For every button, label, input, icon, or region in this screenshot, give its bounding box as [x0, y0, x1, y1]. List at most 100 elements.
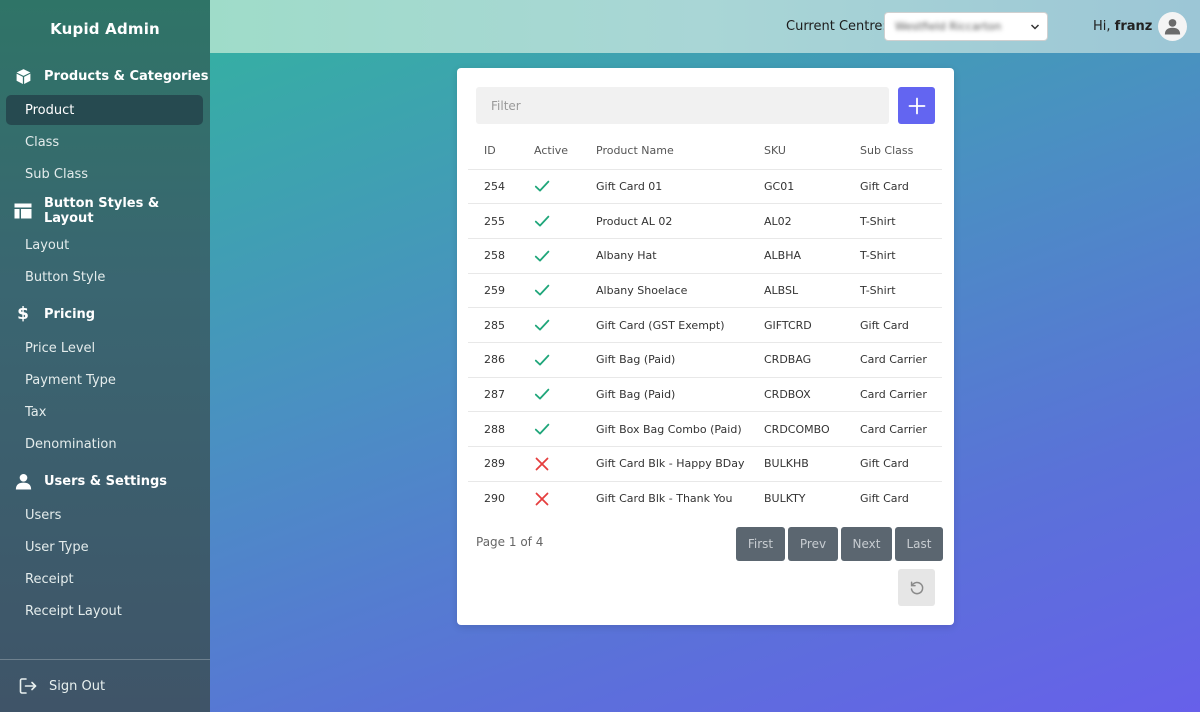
last-page-button[interactable]: Last	[895, 527, 943, 561]
checkmark-icon	[534, 285, 550, 296]
sidebar-item-receipt[interactable]: Receipt	[6, 564, 203, 594]
section-pricing: $ Pricing	[0, 296, 210, 332]
table-row[interactable]: 287 Gift Bag (Paid) CRDBOX Card Carrier	[468, 376, 942, 412]
filter-input[interactable]	[476, 87, 889, 124]
cell-sku: ALBSL	[748, 272, 844, 308]
cell-sub-class: Gift Card	[844, 446, 942, 482]
products-table: ID Active Product Name SKU Sub Class 254…	[468, 133, 942, 516]
cell-sub-class: Gift Card	[844, 307, 942, 343]
cell-active	[518, 307, 580, 343]
checkmark-icon	[534, 181, 550, 192]
user-icon	[14, 472, 32, 490]
table-row[interactable]: 285 Gift Card (GST Exempt) GIFTCRD Gift Car…	[468, 307, 942, 343]
column-header-active[interactable]: Active	[518, 133, 580, 169]
cell-sub-class: Gift Card	[844, 168, 942, 204]
sidebar-item-class[interactable]: Class	[6, 127, 203, 157]
top-bar: Current Centre: Westfield Riccarton Hi, …	[210, 0, 1200, 53]
refresh-button[interactable]	[898, 569, 935, 606]
cell-product-name: Product AL 02	[580, 203, 748, 239]
cell-active	[518, 203, 580, 239]
avatar[interactable]	[1158, 12, 1187, 41]
column-header-sub-class[interactable]: Sub Class	[844, 133, 942, 169]
sign-out-button[interactable]: Sign Out	[0, 659, 210, 712]
cell-product-name: Albany Hat	[580, 237, 748, 274]
cell-active	[518, 480, 580, 516]
cell-id: 259	[468, 272, 518, 308]
chevron-down-icon	[1030, 24, 1040, 30]
prev-page-button[interactable]: Prev	[788, 527, 838, 561]
plus-icon	[908, 97, 925, 114]
section-title: Button Styles & Layout	[44, 196, 160, 226]
cell-product-name: Gift Card (GST Exempt)	[580, 307, 748, 343]
column-header-id[interactable]: ID	[468, 133, 518, 169]
cell-product-name: Gift Card Blk - Happy BDay	[580, 446, 748, 482]
cell-sku: BULKTY	[748, 480, 844, 516]
sidebar-item-user-type[interactable]: User Type	[6, 532, 203, 562]
checkmark-icon	[534, 319, 550, 331]
greeting-prefix: Hi,	[1093, 19, 1111, 34]
cell-sku: GIFTCRD	[748, 307, 844, 343]
add-product-button[interactable]	[898, 87, 935, 124]
column-header-sku[interactable]: SKU	[748, 133, 844, 169]
table-row[interactable]: 290 Gift Card Blk - Thank You BULKTY Gift C…	[468, 480, 942, 516]
cell-id: 289	[468, 446, 518, 482]
section-button-styles-layout: Button Styles & Layout	[0, 193, 210, 229]
table-row[interactable]: 255 Product AL 02 AL02 T-Shirt	[468, 203, 942, 239]
checkmark-icon	[534, 389, 550, 400]
box-icon	[14, 67, 32, 85]
refresh-icon	[910, 580, 923, 594]
checkmark-icon	[534, 354, 550, 366]
cell-sub-class: T-Shirt	[844, 272, 942, 308]
checkmark-icon	[534, 423, 550, 435]
table-row[interactable]: 286 Gift Bag (Paid) CRDBAG Card Carrier	[468, 341, 942, 378]
checkmark-icon	[534, 215, 550, 227]
cell-sub-class: Card Carrier	[844, 376, 942, 412]
cross-icon	[535, 492, 549, 506]
sidebar-item-tax[interactable]: Tax	[6, 397, 203, 427]
sign-out-label: Sign Out	[49, 678, 106, 694]
first-page-button[interactable]: First	[736, 527, 785, 561]
table-row[interactable]: 259 Albany Shoelace ALBSL T-Shirt	[468, 272, 942, 308]
table-row[interactable]: 288 Gift Box Bag Combo (Paid) CRDCOMBO Card…	[468, 411, 942, 447]
sidebar-item-payment-type[interactable]: Payment Type	[6, 365, 203, 395]
page-info: Page 1 of 4	[476, 535, 544, 549]
sidebar-item-price-level[interactable]: Price Level	[6, 333, 203, 363]
sidebar-item-layout[interactable]: Layout	[6, 230, 203, 260]
cell-sku: AL02	[748, 203, 844, 239]
sidebar-item-denomination[interactable]: Denomination	[6, 429, 203, 459]
cell-product-name: Gift Box Bag Combo (Paid)	[580, 411, 748, 447]
table-row[interactable]: 258 Albany Hat ALBHA T-Shirt	[468, 237, 942, 274]
next-page-button[interactable]: Next	[841, 527, 892, 561]
user-greeting: Hi, franz	[1093, 0, 1152, 53]
cross-icon	[535, 457, 549, 471]
cell-product-name: Gift Bag (Paid)	[580, 376, 748, 412]
sidebar-item-sub-class[interactable]: Sub Class	[6, 159, 203, 189]
cell-product-name: Gift Bag (Paid)	[580, 341, 748, 378]
sidebar-item-button-style[interactable]: Button Style	[6, 262, 203, 292]
table-header-row: ID Active Product Name SKU Sub Class	[468, 133, 942, 169]
column-header-product-name[interactable]: Product Name	[580, 133, 748, 169]
username: franz	[1114, 19, 1153, 34]
cell-sku: ALBHA	[748, 237, 844, 274]
sidebar: Kupid Admin Products & Categories Produc…	[0, 0, 210, 712]
cell-sub-class: Card Carrier	[844, 411, 942, 447]
cell-sub-class: Gift Card	[844, 480, 942, 516]
cell-sku: CRDBOX	[748, 376, 844, 412]
cell-sub-class: T-Shirt	[844, 237, 942, 274]
section-title: Pricing	[44, 306, 96, 322]
sidebar-item-users[interactable]: Users	[6, 500, 203, 530]
table-row[interactable]: 289 Gift Card Blk - Happy BDay BULKHB Gift …	[468, 446, 942, 482]
cell-id: 290	[468, 480, 518, 516]
cell-sub-class: Card Carrier	[844, 341, 942, 378]
dollar-icon: $	[17, 304, 29, 324]
cell-id: 287	[468, 376, 518, 412]
cell-active	[518, 411, 580, 447]
table-row[interactable]: 254 Gift Card 01 GC01 Gift Card	[468, 168, 942, 204]
cell-sku: CRDBAG	[748, 341, 844, 378]
sidebar-item-receipt-layout[interactable]: Receipt Layout	[6, 596, 203, 626]
sidebar-item-product[interactable]: Product	[6, 95, 203, 125]
cell-active	[518, 168, 580, 204]
cell-sku: CRDCOMBO	[748, 411, 844, 447]
centre-select[interactable]: Westfield Riccarton	[884, 12, 1048, 41]
products-card: ID Active Product Name SKU Sub Class 254…	[457, 68, 954, 625]
